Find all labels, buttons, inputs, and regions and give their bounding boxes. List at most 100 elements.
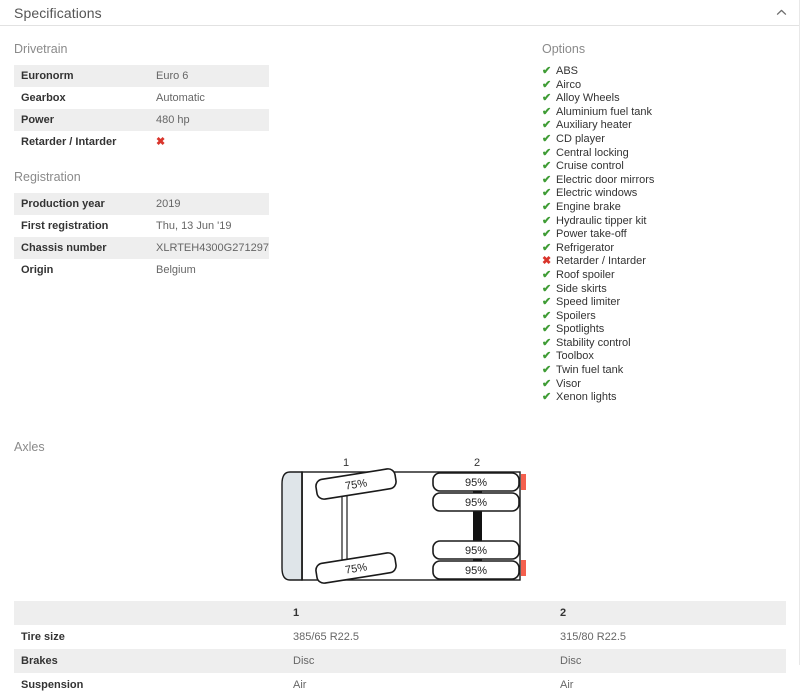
option-label: Retarder / Intarder bbox=[556, 255, 646, 268]
check-icon: ✔ bbox=[542, 228, 552, 241]
options-heading: Options bbox=[542, 42, 586, 56]
row-value: Automatic bbox=[156, 92, 205, 104]
option-label: Xenon lights bbox=[556, 391, 617, 404]
cross-icon: ✖ bbox=[156, 136, 166, 148]
table-row: Euronorm Euro 6 bbox=[14, 65, 269, 87]
registration-table: Production year 2019 First registration … bbox=[14, 193, 269, 281]
registration-heading: Registration bbox=[14, 170, 81, 184]
row-label: Power bbox=[21, 114, 55, 126]
check-icon: ✔ bbox=[542, 296, 552, 309]
page-title: Specifications bbox=[14, 4, 102, 21]
list-item: ✔ Side skirts bbox=[542, 283, 792, 297]
table-row: Tire size 385/65 R22.5 315/80 R22.5 bbox=[14, 625, 786, 649]
list-item: ✔ Electric windows bbox=[542, 187, 792, 201]
list-item: ✔ Xenon lights bbox=[542, 391, 792, 405]
check-icon: ✔ bbox=[542, 323, 552, 336]
check-icon: ✔ bbox=[542, 78, 552, 91]
drivetrain-heading: Drivetrain bbox=[14, 42, 68, 56]
list-item: ✔ Twin fuel tank bbox=[542, 364, 792, 378]
marker-red-top bbox=[521, 474, 526, 490]
option-label: Central locking bbox=[556, 146, 629, 159]
column-header-axle-1: 1 bbox=[293, 607, 300, 619]
list-item: ✔ Spoilers bbox=[542, 310, 792, 324]
list-item: ✔ Auxiliary heater bbox=[542, 119, 792, 133]
list-item: ✔ Power take-off bbox=[542, 228, 792, 242]
list-item: ✔ Speed limiter bbox=[542, 296, 792, 310]
check-icon: ✔ bbox=[542, 309, 552, 322]
marker-red-bottom bbox=[521, 560, 526, 576]
options-section: Options ✔ ABS ✔ Airco ✔ Alloy Wheels ✔ Aluminiu… bbox=[542, 42, 792, 405]
option-label: Spoilers bbox=[556, 309, 596, 322]
row-value: Thu, 13 Jun '19 bbox=[156, 220, 232, 232]
option-label: Engine brake bbox=[556, 200, 621, 213]
check-icon: ✔ bbox=[542, 173, 552, 186]
option-label: Hydraulic tipper kit bbox=[556, 214, 647, 227]
tread-label-axle2-bottom-inner: 95% bbox=[465, 545, 487, 557]
options-list: ✔ ABS ✔ Airco ✔ Alloy Wheels ✔ Aluminium fuel t… bbox=[542, 65, 792, 405]
option-label: CD player bbox=[556, 132, 605, 145]
check-icon: ✔ bbox=[542, 65, 552, 77]
row-value: Euro 6 bbox=[156, 70, 189, 82]
option-label: Cruise control bbox=[556, 160, 624, 173]
list-item: ✔ CD player bbox=[542, 133, 792, 147]
row-label: Gearbox bbox=[21, 92, 66, 104]
table-header-row: 1 2 bbox=[14, 601, 786, 625]
option-label: Twin fuel tank bbox=[556, 364, 624, 377]
axle-specs-table: 1 2 Tire size 385/65 R22.5 315/80 R22.5 … bbox=[14, 601, 786, 697]
table-row: Chassis number XLRTEH4300G271297 bbox=[14, 237, 269, 259]
drivetrain-section: Drivetrain Euronorm Euro 6 Gearbox Autom… bbox=[14, 42, 269, 153]
tread-label-axle2-bottom-outer: 95% bbox=[465, 565, 487, 577]
option-label: Aluminium fuel tank bbox=[556, 105, 652, 118]
list-item: ✔ Aluminium fuel tank bbox=[542, 106, 792, 120]
column-header-axle-2: 2 bbox=[560, 607, 567, 619]
table-row: Gearbox Automatic bbox=[14, 87, 269, 109]
option-label: Toolbox bbox=[556, 350, 594, 363]
list-item: ✔ Airco bbox=[542, 79, 792, 93]
check-icon: ✔ bbox=[542, 391, 552, 404]
list-item: ✔ Toolbox bbox=[542, 350, 792, 364]
registration-section: Registration Production year 2019 First … bbox=[14, 170, 269, 281]
specifications-panel-header[interactable]: Specifications bbox=[0, 0, 800, 26]
table-row: Power 480 hp bbox=[14, 109, 269, 131]
list-item: ✔ Alloy Wheels bbox=[542, 92, 792, 106]
check-icon: ✔ bbox=[542, 282, 552, 295]
list-item: ✔ ABS bbox=[542, 65, 792, 79]
check-icon: ✔ bbox=[542, 241, 552, 254]
table-row: Brakes Disc Disc bbox=[14, 649, 786, 673]
chevron-up-icon[interactable] bbox=[775, 6, 788, 19]
row-label: Retarder / Intarder bbox=[21, 136, 117, 148]
option-label: Electric door mirrors bbox=[556, 173, 655, 186]
row-value-axle-1: Air bbox=[293, 679, 307, 691]
row-value: XLRTEH4300G271297 bbox=[156, 242, 269, 254]
table-row: Production year 2019 bbox=[14, 193, 269, 215]
check-icon: ✔ bbox=[542, 146, 552, 159]
row-value-axle-1: 385/65 R22.5 bbox=[293, 631, 360, 643]
list-item: ✔ Cruise control bbox=[542, 160, 792, 174]
left-column: Drivetrain Euronorm Euro 6 Gearbox Autom… bbox=[14, 42, 269, 281]
option-label: Refrigerator bbox=[556, 241, 615, 254]
check-icon: ✔ bbox=[542, 336, 552, 349]
option-label: ABS bbox=[556, 65, 579, 77]
cross-icon: ✖ bbox=[542, 255, 552, 268]
list-item: ✔ Refrigerator bbox=[542, 242, 792, 256]
check-icon: ✔ bbox=[542, 350, 552, 363]
check-icon: ✔ bbox=[542, 105, 552, 118]
list-item: ✔ Central locking bbox=[542, 147, 792, 161]
check-icon: ✔ bbox=[542, 364, 552, 377]
axle-number-1: 1 bbox=[343, 457, 349, 469]
list-item: ✔ Engine brake bbox=[542, 201, 792, 215]
check-icon: ✔ bbox=[542, 214, 552, 227]
check-icon: ✔ bbox=[542, 119, 552, 132]
row-value: 480 hp bbox=[156, 114, 190, 126]
row-label: Origin bbox=[21, 264, 54, 276]
list-item: ✔ Spotlights bbox=[542, 323, 792, 337]
list-item: ✔ Visor bbox=[542, 378, 792, 392]
row-label: Tire size bbox=[21, 631, 65, 643]
option-label: Stability control bbox=[556, 336, 631, 349]
option-label: Power take-off bbox=[556, 228, 627, 241]
axle-diagram: 75% 75% 95% 95% 95% 95% 1 2 bbox=[280, 454, 530, 594]
list-item: ✔ Stability control bbox=[542, 337, 792, 351]
option-label: Airco bbox=[556, 78, 582, 91]
row-label: Chassis number bbox=[21, 242, 107, 254]
row-value-axle-2: 315/80 R22.5 bbox=[560, 631, 627, 643]
